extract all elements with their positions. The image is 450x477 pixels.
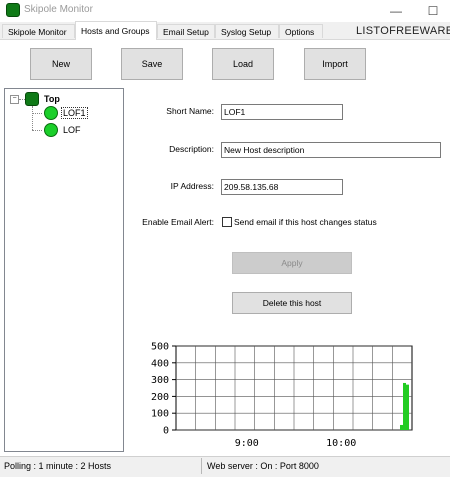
bar	[406, 384, 409, 430]
tab-email-setup[interactable]: Email Setup	[157, 24, 215, 38]
x-tick-label: 9:00	[235, 438, 259, 449]
y-tick-label: 300	[151, 375, 169, 386]
window-title: Skipole Monitor	[24, 4, 93, 15]
tree-item-lof[interactable]: LOF	[63, 125, 81, 135]
x-tick-label: 10:00	[326, 438, 356, 449]
tab-syslog-setup[interactable]: Syslog Setup	[215, 24, 279, 38]
host-ok-icon	[44, 106, 58, 120]
tree-connector	[32, 113, 42, 114]
delete-host-button[interactable]: Delete this host	[232, 292, 352, 314]
maximize-button[interactable]: ☐	[418, 1, 448, 21]
brand-watermark: LISTOFREEWARE	[356, 25, 450, 37]
tab-options[interactable]: Options	[279, 24, 323, 38]
tree-item-lof1[interactable]: LOF1	[61, 107, 88, 119]
y-tick-label: 0	[163, 426, 169, 437]
import-button[interactable]: Import	[304, 48, 366, 80]
email-alert-text[interactable]: Send email if this host changes status	[234, 217, 377, 227]
apply-button[interactable]: Apply	[232, 252, 352, 274]
collapse-toggle-icon[interactable]: −	[10, 95, 19, 104]
tree-connector	[32, 106, 33, 130]
y-tick-label: 400	[151, 358, 169, 369]
bar	[403, 382, 406, 430]
app-icon	[6, 3, 20, 17]
save-button[interactable]: Save	[121, 48, 183, 80]
host-ok-icon	[44, 123, 58, 137]
tree-root-label[interactable]: Top	[44, 94, 60, 104]
minimize-button[interactable]: —	[381, 1, 411, 21]
y-tick-label: 100	[151, 409, 169, 420]
new-button[interactable]: New	[30, 48, 92, 80]
load-button[interactable]: Load	[212, 48, 274, 80]
tab-hosts-and-groups[interactable]: Hosts and Groups	[75, 21, 157, 40]
tab-skipole-monitor[interactable]: Skipole Monitor	[2, 24, 75, 38]
tree-connector	[32, 130, 42, 131]
hosts-tree[interactable]	[4, 88, 124, 452]
ip-address-label: IP Address:	[170, 181, 214, 191]
bar	[400, 424, 403, 430]
y-tick-label: 200	[151, 392, 169, 403]
status-web-server: Web server : On : Port 8000	[207, 461, 319, 471]
y-tick-label: 500	[151, 342, 169, 353]
email-alert-checkbox[interactable]	[222, 217, 232, 227]
short-name-field[interactable]: LOF1	[221, 104, 343, 120]
email-alert-label: Enable Email Alert:	[142, 217, 214, 227]
status-polling: Polling : 1 minute : 2 Hosts	[4, 461, 112, 471]
ip-address-field[interactable]: 209.58.135.68	[221, 179, 343, 195]
short-name-label: Short Name:	[166, 106, 214, 116]
group-icon	[25, 92, 39, 106]
description-field[interactable]: New Host description	[221, 142, 441, 158]
description-label: Description:	[169, 144, 214, 154]
status-chart: 500 400 300 200 100 0 9:00 10:00	[151, 342, 413, 449]
status-separator	[201, 458, 202, 474]
